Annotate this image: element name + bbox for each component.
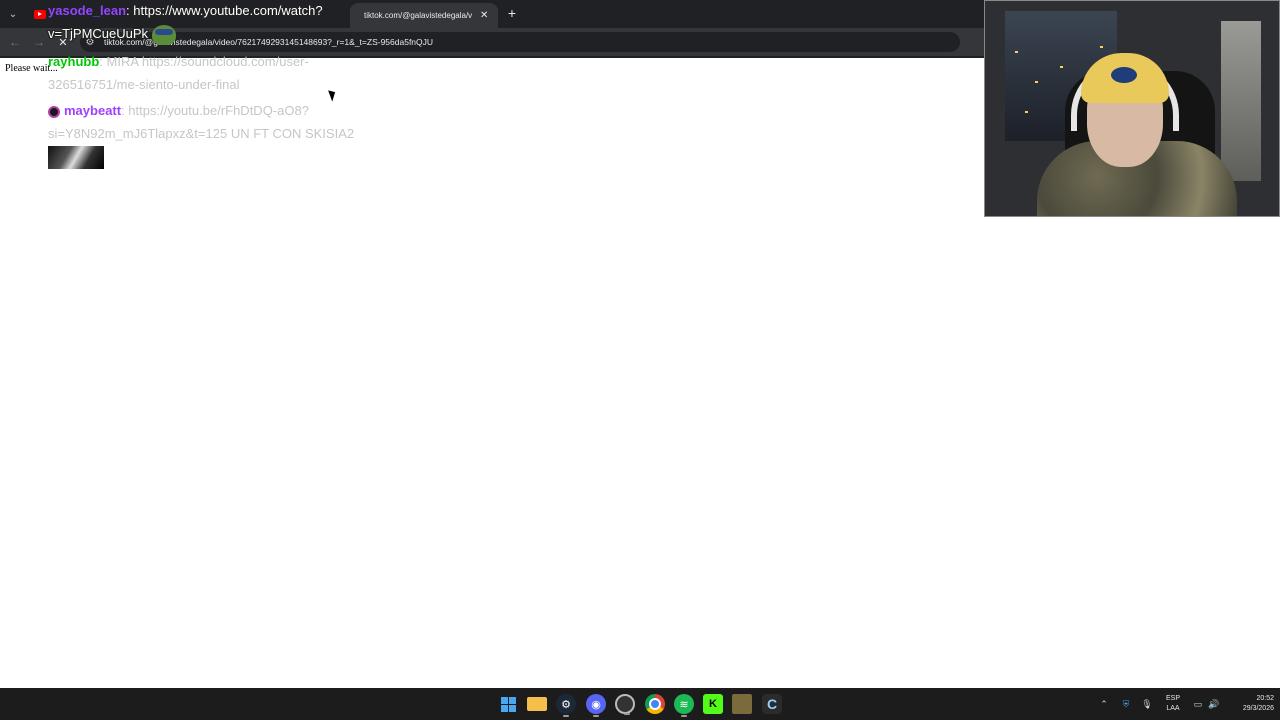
chat-username: yasode_lean: [48, 3, 127, 18]
webcam-background-lamp: [1221, 21, 1261, 181]
system-clock[interactable]: 20:52 29/3/2026: [1240, 694, 1274, 714]
discord-icon[interactable]: ◉: [586, 694, 606, 717]
steam-icon[interactable]: ⚙: [556, 694, 576, 717]
tab-title: tiktok.com/@galavistedegala/v: [364, 11, 473, 20]
network-icon[interactable]: ▭: [1192, 698, 1204, 710]
input-language-indicator[interactable]: ESP LAA: [1165, 694, 1181, 714]
c-app-icon[interactable]: C: [762, 694, 782, 714]
forward-arrow-icon[interactable]: →: [30, 33, 48, 51]
chevron-down-icon[interactable]: ⌄: [4, 5, 22, 23]
clock-time: 20:52: [1256, 695, 1274, 702]
chat-username: rayhubb: [48, 54, 100, 69]
webcam-overlay: [984, 0, 1280, 217]
back-arrow-icon[interactable]: ←: [6, 33, 24, 51]
security-shield-icon[interactable]: ⛨: [1120, 698, 1132, 710]
tab-tiktok[interactable]: tiktok.com/@galavistedegala/v ✕: [350, 3, 498, 28]
clock-date: 29/3/2026: [1242, 705, 1274, 712]
chat-message: rayhubb: MIRA https://soundcloud.com/use…: [48, 50, 358, 96]
image-emote-icon: [48, 146, 104, 170]
subscriber-badge-icon: [48, 105, 60, 118]
volume-icon[interactable]: 🔊: [1208, 698, 1220, 710]
start-icon[interactable]: [498, 694, 518, 714]
chat-message: maybeatt: https://youtu.be/rFhDtDQ-aO8?s…: [48, 99, 358, 170]
chat-message: yasode_lean: https://www.youtube.com/wat…: [48, 0, 368, 45]
chat-username: maybeatt: [64, 103, 122, 118]
new-tab-button[interactable]: +: [504, 4, 520, 22]
kick-icon[interactable]: K: [703, 694, 723, 714]
youtube-icon: [34, 9, 46, 19]
spotify-icon[interactable]: ≋: [674, 694, 694, 717]
extension-icon[interactable]: [615, 694, 635, 715]
file-explorer-icon[interactable]: [527, 697, 547, 711]
minecraft-icon[interactable]: [732, 694, 752, 714]
chrome-icon[interactable]: [645, 694, 665, 714]
language-code: ESP: [1165, 695, 1180, 702]
microphone-icon[interactable]: 🎙: [1141, 698, 1153, 710]
tray-overflow-chevron-icon[interactable]: ⌃: [1098, 698, 1110, 710]
pepe-emote-icon: [151, 24, 176, 45]
windows-taskbar: ⚙ ◉ ≋ K C ⌃ ⛨ 🎙 ESP LAA ▭ 🔊 20:52 29/3/2…: [0, 688, 1280, 720]
screen: ⌄ tiktok.com/@galavistedegala/v ✕ + ← → …: [0, 0, 1280, 720]
close-icon[interactable]: ✕: [480, 10, 488, 21]
language-layout: LAA: [1166, 705, 1180, 712]
